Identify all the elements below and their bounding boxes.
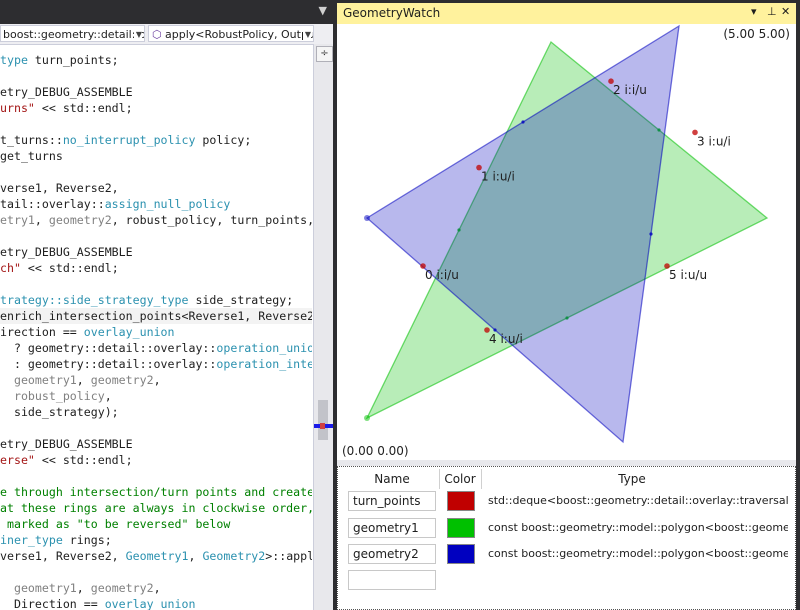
max-coordinate-label: (5.00 5.00) [723,27,790,41]
color-swatch[interactable] [447,491,475,511]
code-editor[interactable]: ▼ boost::geometry::detail::ove ▼ ⬡ apply… [0,0,333,610]
code-line: geometry1, geometry2, [13,581,161,595]
panel-title: GeometryWatch [343,6,441,20]
column-header-name[interactable]: Name [348,471,436,487]
member-dropdown[interactable]: ⬡ apply<RobustPolicy, Outpu ▼ [148,25,314,42]
code-line: etry1, geometry2, robust_policy, turn_po… [0,213,312,227]
geometry-watch-panel: GeometryWatch ▾ ⊥ ✕ 0 i:i/u 1 i:u/i 2 i:i/… [333,0,800,610]
code-line: etry_DEBUG_ASSEMBLE [0,85,133,99]
variable-type: const boost::geometry::model::polygon<bo… [488,521,788,534]
variable-type: std::deque<boost::geometry::detail::over… [488,494,788,507]
new-variable-field[interactable] [348,570,436,590]
window-position-dropdown-icon[interactable]: ▾ [751,5,757,18]
column-header-type[interactable]: Type [482,471,782,487]
code-line: verse1, Reverse2, [0,181,119,195]
code-line: type turn_points; [0,53,119,67]
watch-variables-table: Name Color Type turn_points std::deque<b… [337,466,796,610]
code-line: etry_DEBUG_ASSEMBLE [0,437,133,451]
variable-name-field[interactable]: geometry2 [348,544,436,564]
code-line: side_strategy); [0,405,119,419]
code-text-area[interactable]: type turn_points; etry_DEBUG_ASSEMBLE urns… [0,44,312,610]
variable-type: const boost::geometry::model::polygon<bo… [488,547,788,560]
scrollbar-thumb[interactable] [318,400,328,440]
variable-name-field[interactable]: geometry1 [348,518,436,538]
geometry2-polygon-direction-marker [521,120,525,124]
column-header-color[interactable]: Color [440,471,480,487]
code-line: tail::overlay::assign_null_policy [0,197,231,211]
code-line: trategy::side_strategy_type side_strateg… [0,293,294,307]
code-line: ? geometry::detail::overlay::operation_u… [0,341,312,355]
code-line: irection == overlay_union [0,325,175,339]
turn-point-label: 3 i:u/i [697,134,731,148]
vertical-scrollbar[interactable]: ÷ [313,44,333,610]
code-line: Direction == overlay_union [0,597,196,610]
method-cube-icon: ⬡ [152,28,162,41]
breakpoint-marker [320,423,325,429]
member-dropdown-label: apply<RobustPolicy, Outpu [165,28,314,41]
tab-overflow-icon[interactable]: ▼ [319,4,327,17]
scope-dropdown-label: boost::geometry::detail::ove [3,28,145,41]
chevron-down-icon: ▼ [302,26,311,41]
code-line: t_turns::no_interrupt_policy policy; [0,133,252,147]
navigation-bar: boost::geometry::detail::ove ▼ ⬡ apply<R… [0,24,333,45]
variable-name-field[interactable]: turn_points [348,491,436,511]
pin-icon[interactable]: ⊥ [767,5,777,18]
turn-point-label: 2 i:i/u [613,83,647,97]
code-line: geometry1, geometry2, [13,373,161,387]
code-line: get_turns [0,149,63,163]
turn-point-label: 5 i:u/u [669,268,707,282]
code-line: urns" << std::endl; [0,101,133,115]
code-line: : geometry::detail::overlay::operation_i… [0,357,312,371]
code-line: iner_type rings; [0,533,112,547]
split-window-button[interactable]: ÷ [316,46,333,62]
code-line: e through intersection/turn points and c… [0,485,312,499]
close-icon[interactable]: ✕ [781,5,790,18]
code-line: etry_DEBUG_ASSEMBLE [0,245,133,259]
code-line: erse" << std::endl; [0,453,133,467]
chevron-down-icon: ▼ [133,26,142,41]
code-line: ch" << std::endl; [0,261,119,275]
editor-title-bar: ▼ [0,0,333,24]
color-swatch[interactable] [447,544,475,564]
scope-dropdown[interactable]: boost::geometry::detail::ove ▼ [0,25,145,42]
geometry-plot: 0 i:i/u 1 i:u/i 2 i:i/u 3 i:u/i 4 i:u/i 5 i:u… [364,24,769,444]
color-swatch[interactable] [447,518,475,538]
geometry2-polygon-direction-marker [649,232,653,236]
code-line: marked as "to be reversed" below [0,517,231,531]
code-line: at these rings are always in clockwise o… [0,501,312,515]
geometry1-polygon-start-vertex [364,415,370,421]
geometry2-polygon-start-vertex [364,215,370,221]
code-line: robust_policy, [13,389,112,403]
turn-point-label: 0 i:i/u [425,268,459,282]
min-coordinate-label: (0.00 0.00) [342,444,409,458]
code-line: verse1, Reverse2, Geometry1, Geometry2>:… [0,549,312,563]
turn-point-label: 4 i:u/i [489,332,523,346]
geometry-watch-title-bar[interactable]: GeometryWatch ▾ ⊥ ✕ [337,3,796,24]
geometry-canvas[interactable]: 0 i:i/u 1 i:u/i 2 i:i/u 3 i:u/i 4 i:u/i 5 i:u… [337,24,796,460]
turn-point-label: 1 i:u/i [481,170,515,184]
code-line: enrich_intersection_points<Reverse1, Rev… [0,308,312,324]
